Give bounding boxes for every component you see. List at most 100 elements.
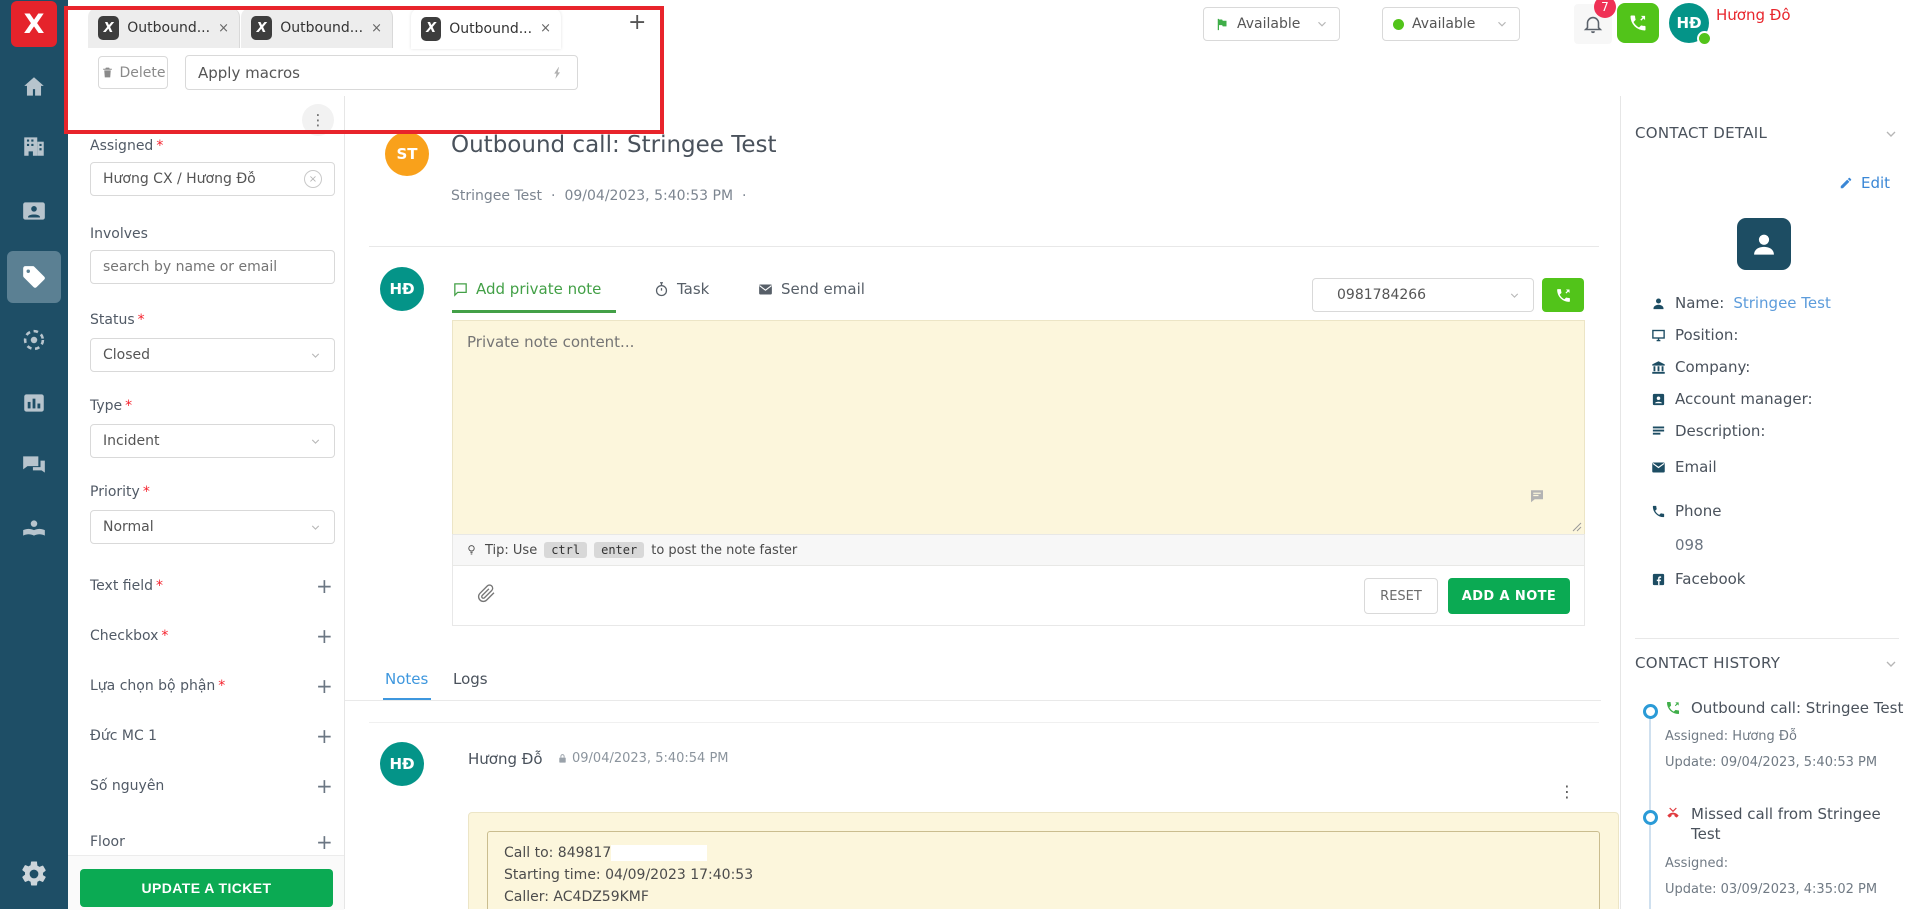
tip-text: Tip: Use: [485, 543, 537, 558]
history-item-title[interactable]: Missed call from Stringee Test: [1691, 804, 1901, 844]
sidebar-item-contacts[interactable]: [0, 185, 68, 237]
tab-label: Add private note: [476, 280, 601, 298]
contact-name-row: Name: Stringee Test: [1651, 294, 1831, 312]
tab-notes-active[interactable]: Notes: [385, 670, 428, 688]
add-field-button[interactable]: +: [316, 676, 333, 696]
contact-name-value[interactable]: Stringee Test: [1733, 294, 1831, 312]
person-icon: [1651, 296, 1666, 311]
note-content-card: Call to: 849817 Starting time: 04/09/202…: [468, 812, 1619, 909]
ticket-tab-2[interactable]: X Outbound... ×: [241, 8, 393, 48]
close-icon[interactable]: ×: [218, 21, 229, 36]
sidebar-item-home[interactable]: [0, 61, 68, 113]
ctrl-key: ctrl: [544, 542, 587, 558]
timeline-dot: [1643, 704, 1658, 719]
status-dropdown-flag[interactable]: Available: [1203, 7, 1340, 41]
call-log-line: Caller: AC4DZ59KMF: [504, 886, 1583, 908]
add-field-button[interactable]: +: [316, 576, 333, 596]
reset-button[interactable]: RESET: [1364, 578, 1438, 614]
involves-input[interactable]: [90, 250, 335, 284]
timeline-dot: [1643, 810, 1658, 825]
status-dropdown-agent[interactable]: Available: [1382, 7, 1520, 41]
add-field-button[interactable]: +: [316, 832, 333, 852]
contact-phone-row: Phone: [1651, 502, 1721, 520]
comment-bubble-icon: [1528, 488, 1546, 506]
trash-icon: [101, 66, 114, 79]
outbound-call-icon: [1665, 700, 1681, 716]
note-more-button[interactable]: ⋮: [1559, 782, 1575, 801]
ticket-datetime: 09/04/2023, 5:40:53 PM: [564, 188, 733, 204]
update-ticket-button[interactable]: UPDATE A TICKET: [80, 869, 333, 907]
attachment-paperclip-icon[interactable]: [477, 584, 496, 603]
sidebar-item-reports[interactable]: [0, 377, 68, 429]
involves-label: Involves: [90, 226, 148, 242]
required-mark: *: [218, 678, 225, 694]
lock-icon: [557, 753, 568, 764]
add-note-button[interactable]: ADD A NOTE: [1448, 578, 1570, 614]
status-label: Status*: [90, 312, 145, 328]
notifications-button[interactable]: 7: [1574, 4, 1612, 44]
sidebar-item-tickets-selected[interactable]: [7, 251, 61, 303]
collapse-chevron-icon[interactable]: [1883, 126, 1899, 142]
description-label: Description:: [1675, 422, 1765, 440]
email-icon: [1651, 460, 1666, 475]
call-panel-button[interactable]: [1617, 3, 1659, 43]
custom-field-label: Floor: [90, 834, 125, 850]
gear-icon: [19, 859, 49, 889]
app-logo[interactable]: X: [11, 1, 57, 47]
chevron-down-icon: [1495, 17, 1509, 31]
add-field-button[interactable]: +: [316, 776, 333, 796]
delete-ticket-button[interactable]: Delete: [98, 56, 168, 89]
history-item-title[interactable]: Outbound call: Stringee Test: [1691, 698, 1906, 718]
green-dot-icon: [1393, 19, 1404, 30]
contact-avatar: ST: [385, 132, 429, 176]
separator: ·: [742, 188, 746, 204]
online-status-dot: [1697, 31, 1712, 46]
user-avatar-initials: HĐ: [1676, 14, 1701, 32]
sidebar-item-knowledge[interactable]: [0, 502, 68, 554]
user-name[interactable]: Hương Đô: [1716, 6, 1791, 24]
bank-icon: [1651, 360, 1666, 375]
user-avatar[interactable]: HĐ: [1669, 3, 1709, 43]
apply-macros-select[interactable]: Apply macros: [185, 55, 578, 90]
tab-send-email[interactable]: Send email: [757, 280, 865, 298]
ticket-contact-name[interactable]: Stringee Test: [451, 188, 542, 204]
clear-icon[interactable]: ×: [304, 170, 322, 188]
phone-number-select[interactable]: 0981784266: [1312, 278, 1534, 312]
sidebar-item-chat[interactable]: [0, 439, 68, 491]
add-field-button[interactable]: +: [316, 626, 333, 646]
chevron-down-icon: [309, 435, 322, 448]
note-bubble-icon: [452, 281, 469, 298]
ticket-tab-1[interactable]: X Outbound... ×: [88, 8, 240, 48]
status-select[interactable]: Closed: [90, 338, 335, 372]
status-flag-label: Available: [1237, 16, 1307, 32]
collapse-chevron-icon[interactable]: [1883, 656, 1899, 672]
sidebar-item-campaign[interactable]: [0, 314, 68, 366]
priority-value: Normal: [103, 519, 154, 535]
assigned-field[interactable]: Hương CX / Hương Đỗ ×: [90, 162, 335, 196]
person-book-icon: [21, 515, 47, 541]
tab-task[interactable]: Task: [653, 280, 709, 298]
type-select[interactable]: Incident: [90, 424, 335, 458]
ticket-tab-3-active[interactable]: X Outbound... ×: [411, 8, 561, 49]
sidebar-item-company[interactable]: [0, 120, 68, 172]
make-call-button[interactable]: [1542, 278, 1584, 312]
new-tab-button[interactable]: +: [628, 10, 646, 35]
contact-email-row: Email: [1651, 458, 1717, 476]
contact-card-icon: [21, 198, 47, 224]
priority-select[interactable]: Normal: [90, 510, 335, 544]
required-mark: *: [143, 484, 150, 500]
contact-phone-value[interactable]: 098: [1675, 536, 1704, 554]
close-icon[interactable]: ×: [540, 21, 551, 36]
private-note-textarea[interactable]: [453, 321, 1584, 534]
sidebar-item-settings[interactable]: [0, 848, 68, 900]
history-item-update: Update: 09/04/2023, 5:40:53 PM: [1665, 755, 1877, 770]
close-icon[interactable]: ×: [371, 21, 382, 36]
app: { "icons": { "x_logo": "X", "close": "×"…: [0, 0, 1913, 909]
contact-company-row: Company:: [1651, 358, 1750, 376]
edit-contact-link[interactable]: Edit: [1839, 174, 1890, 192]
tab-add-private-note[interactable]: Add private note: [452, 280, 601, 298]
panel-more-button[interactable]: ⋮: [302, 104, 334, 136]
resize-handle[interactable]: [1572, 522, 1582, 532]
tab-logs[interactable]: Logs: [453, 670, 488, 688]
add-field-button[interactable]: +: [316, 726, 333, 746]
